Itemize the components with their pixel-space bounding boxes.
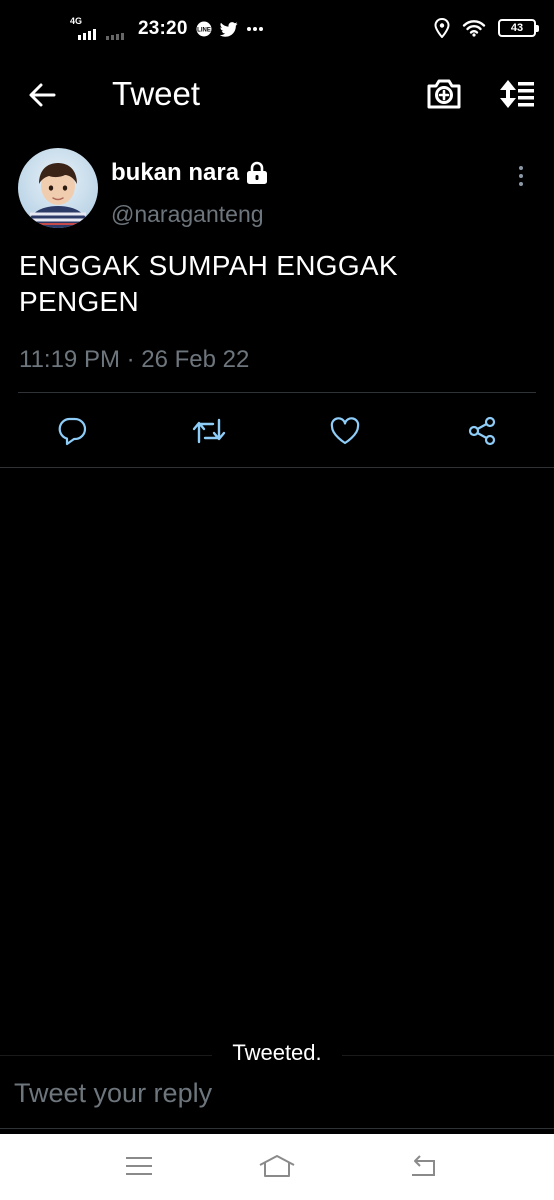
more-notifications-icon: [246, 26, 264, 32]
home-icon: [259, 1155, 295, 1177]
battery-level: 43: [510, 22, 524, 34]
like-button[interactable]: [323, 410, 367, 452]
system-back-button[interactable]: [397, 1148, 447, 1184]
secondary-signal-icon: [106, 18, 130, 40]
battery-icon: 43: [498, 19, 539, 37]
avatar-image: [18, 148, 98, 228]
divider: [0, 1128, 554, 1129]
status-bar: 4G 23:20 LINE 43: [0, 0, 554, 62]
top-app-bar: Tweet: [0, 62, 554, 128]
like-icon: [330, 417, 360, 445]
back-icon: [412, 1155, 435, 1176]
menu-icon: [126, 1157, 152, 1175]
twitter-icon: [219, 21, 238, 37]
divider: [18, 392, 536, 393]
system-navigation-bar: [0, 1134, 554, 1200]
tweet-timestamp[interactable]: 11:19 PM · 26 Feb 22: [19, 345, 249, 375]
toast-notification: Tweeted.: [0, 1038, 554, 1068]
home-button[interactable]: [252, 1148, 302, 1184]
status-bar-left: 4G 23:20 LINE: [68, 16, 264, 40]
share-icon: [468, 416, 496, 446]
sort-icon: [500, 80, 534, 108]
signal-icon: 4G: [68, 16, 98, 40]
avatar[interactable]: [18, 148, 98, 228]
wifi-icon: [462, 19, 486, 37]
svg-text:LINE: LINE: [197, 28, 211, 34]
network-type: 4G: [70, 16, 83, 26]
share-button[interactable]: [460, 410, 504, 452]
divider: [0, 467, 554, 468]
more-vertical-icon: [519, 166, 523, 186]
location-icon: [434, 18, 450, 38]
sort-button[interactable]: [496, 74, 538, 114]
reply-icon: [58, 417, 87, 446]
reply-input[interactable]: [0, 1068, 554, 1118]
camera-button[interactable]: [424, 74, 464, 114]
more-options-button[interactable]: [510, 162, 532, 190]
status-bar-right: 43: [434, 18, 539, 38]
camera-plus-icon: [427, 79, 461, 109]
back-arrow-icon: [29, 83, 56, 107]
page-title: Tweet: [112, 75, 201, 112]
toast-message: Tweeted.: [212, 1040, 342, 1065]
display-name[interactable]: bukan nara: [111, 158, 239, 188]
reply-button[interactable]: [50, 410, 94, 452]
tweet-actions: [0, 410, 554, 452]
lock-icon: [244, 160, 270, 186]
retweet-icon: [192, 418, 226, 444]
status-time: 23:20: [138, 18, 188, 39]
recent-apps-button[interactable]: [114, 1148, 164, 1184]
back-button[interactable]: [22, 76, 62, 114]
retweet-button[interactable]: [187, 410, 231, 452]
tweet-text: ENGGAK SUMPAH ENGGAK PENGEN: [19, 250, 398, 317]
user-handle[interactable]: @naraganteng: [111, 199, 264, 229]
line-app-icon: LINE: [196, 21, 212, 37]
